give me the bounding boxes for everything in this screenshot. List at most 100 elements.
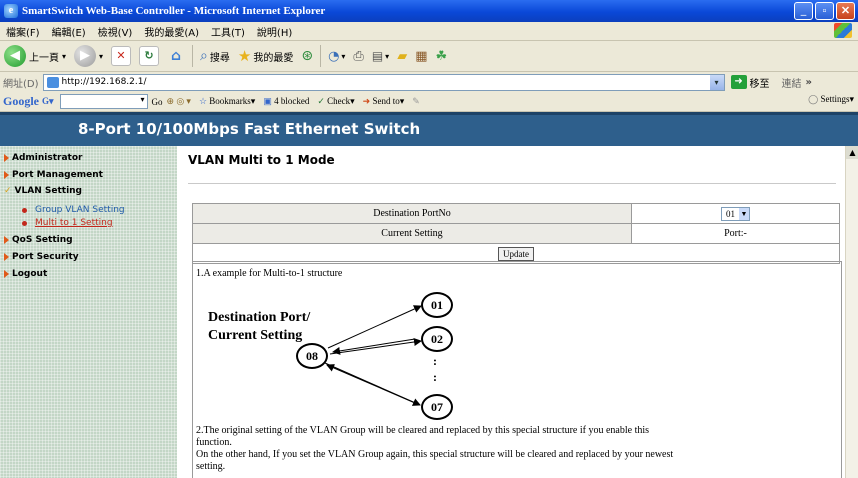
research-icon[interactable]: ▦ <box>415 49 427 64</box>
dest-port-select[interactable]: 01 ▼ <box>721 206 750 221</box>
blocked-label: 4 blocked <box>274 96 310 106</box>
go-label: 移至 <box>749 78 770 90</box>
nav-port-security[interactable]: Port Security <box>4 252 79 262</box>
favorites-button[interactable]: ★ 我的最愛 <box>238 47 293 65</box>
print-icon[interactable]: ⎙ <box>353 49 363 64</box>
links-chevron-icon[interactable]: » <box>806 77 812 88</box>
settings-button[interactable]: ◯ Settings▾ <box>808 94 854 105</box>
google-menu-icon[interactable]: G▾ <box>42 96 54 107</box>
menu-tools[interactable]: 工具(T) <box>211 24 245 39</box>
bullet-icon <box>22 207 27 213</box>
menu-bar: 檔案(F) 編輯(E) 檢視(V) 我的最愛(A) 工具(T) 說明(H) <box>0 22 858 41</box>
back-dropdown-icon[interactable]: ▾ <box>62 52 66 61</box>
forward-arrow-icon: ▶ <box>74 45 97 67</box>
page-icon <box>46 76 59 88</box>
back-arrow-icon: ◀ <box>4 45 26 67</box>
home-icon[interactable]: ⌂ <box>167 47 185 65</box>
nav-label: VLAN Setting <box>14 186 83 196</box>
diagram-label-2: Current Setting <box>208 328 303 343</box>
nav-group-vlan-setting[interactable]: Group VLAN Setting <box>22 205 125 215</box>
maximize-button[interactable]: ▫ <box>815 2 834 20</box>
menu-file[interactable]: 檔案(F) <box>6 24 40 39</box>
refresh-icon[interactable]: ↻ <box>139 46 160 66</box>
nav-multi-to-1-setting[interactable]: Multi to 1 Setting <box>22 218 113 228</box>
node-target: 07 <box>421 394 453 420</box>
windows-logo-icon <box>834 23 852 38</box>
menu-help[interactable]: 說明(H) <box>257 24 292 39</box>
google-go-button[interactable]: Go <box>152 97 163 107</box>
stop-icon[interactable]: ✕ <box>111 46 132 66</box>
update-button[interactable]: Update <box>498 246 534 261</box>
nav-arrow-icon <box>4 270 9 278</box>
messenger-icon[interactable]: ☘ <box>435 49 447 64</box>
links-label[interactable]: 連結 <box>782 75 802 90</box>
window-title: SmartSwitch Web-Base Controller - Micros… <box>22 5 326 17</box>
nav-label: QoS Setting <box>12 235 73 245</box>
spell-check-button[interactable]: ✓ Check▾ <box>317 96 354 107</box>
vertical-scrollbar[interactable]: ▲ <box>845 146 858 478</box>
settings-icon: ◯ <box>808 94 819 104</box>
popup-blocked-button[interactable]: ▣ 4 blocked <box>263 96 309 107</box>
nav-label: Administrator <box>12 153 83 163</box>
main-content: VLAN Multi to 1 Mode Destination PortNo … <box>182 146 844 478</box>
address-dropdown-icon[interactable]: ▾ <box>709 74 724 90</box>
address-input[interactable]: http://192.168.2.1/ ▾ <box>42 73 725 91</box>
nav-vlan-setting[interactable]: ✓ VLAN Setting <box>4 186 82 196</box>
close-button[interactable]: ✕ <box>836 2 855 20</box>
menu-edit[interactable]: 編輯(E) <box>52 24 86 39</box>
nav-label: Port Management <box>12 170 103 180</box>
note-line-2: function. <box>196 437 232 448</box>
nav-label: Port Security <box>12 252 79 262</box>
nav-logout[interactable]: Logout <box>4 269 47 279</box>
dest-port-label: Destination PortNo <box>192 203 632 224</box>
bookmark-star-icon: ☆ <box>198 96 208 106</box>
check-label: Check <box>327 96 351 106</box>
send-to-icon: ➜ <box>362 96 371 106</box>
node-target: 01 <box>421 292 453 318</box>
divider <box>188 183 836 184</box>
forward-dropdown-icon[interactable]: ▾ <box>99 52 103 61</box>
search-button[interactable]: ⌕ 搜尋 <box>200 48 230 64</box>
dest-port-cell: 01 ▼ <box>631 203 840 224</box>
nav-arrow-icon <box>4 154 9 162</box>
window-title-bar: e SmartSwitch Web-Base Controller - Micr… <box>0 0 858 22</box>
google-logo[interactable]: Google <box>3 94 39 109</box>
folder-icon[interactable]: ▰ <box>397 49 407 64</box>
highlight-icon[interactable]: ✎ <box>412 96 420 107</box>
minimize-button[interactable]: _ <box>794 2 813 20</box>
popup-blocker-icon: ▣ <box>263 96 272 106</box>
search-icon: ⌕ <box>200 48 208 64</box>
nav-qos-setting[interactable]: QoS Setting <box>4 235 73 245</box>
nav-arrow-icon <box>4 253 9 261</box>
google-toolbar: Google G▾ ▾ Go ⊕ ◎ ▾ ☆ Bookmarks▾ ▣ 4 bl… <box>0 92 858 112</box>
chevron-down-icon: ▼ <box>739 207 749 220</box>
menu-favorites[interactable]: 我的最愛(A) <box>144 24 199 39</box>
nav-port-management[interactable]: Port Management <box>4 170 103 180</box>
note-line-3: On the other hand, If you set the VLAN G… <box>196 449 674 460</box>
bookmarks-button[interactable]: ☆ Bookmarks▾ <box>199 96 255 107</box>
scroll-up-icon[interactable]: ▲ <box>846 146 858 159</box>
go-button[interactable]: ➜ 移至 <box>730 75 770 90</box>
example-box: 1.A example for Multi-to-1 structure Des… <box>192 261 842 478</box>
edit-icon[interactable]: ▤ <box>372 49 383 63</box>
go-arrow-icon: ➜ <box>730 75 747 89</box>
dest-port-value: 01 <box>726 208 735 219</box>
menu-view[interactable]: 檢視(V) <box>98 24 133 39</box>
table-row: Current Setting Port:- <box>192 223 840 244</box>
current-setting-value: Port:- <box>631 223 840 244</box>
media-icon[interactable]: ⊛ <box>301 48 313 64</box>
nav-administrator[interactable]: Administrator <box>4 153 82 163</box>
send-to-button[interactable]: ➜ Send to▾ <box>363 96 405 107</box>
send-to-label: Send to <box>372 96 400 106</box>
table-row: Destination PortNo 01 ▼ <box>192 203 840 224</box>
note-line-1: 2.The original setting of the VLAN Group… <box>196 425 650 436</box>
browser-toolbar: ◀ 上一頁 ▾ ▶ ▾ ✕ ↻ ⌂ ⌕ 搜尋 ★ 我的最愛 ⊛ ◔ ▾ ⎙ ▤ ▾ … <box>0 41 858 72</box>
diagram-arrows <box>324 305 422 406</box>
history-icon[interactable]: ◔ <box>328 49 339 64</box>
back-button[interactable]: ◀ 上一頁 ▾ <box>4 45 66 67</box>
star-icon: ★ <box>237 47 252 65</box>
google-extras-icon[interactable]: ⊕ ◎ ▾ <box>167 96 191 107</box>
forward-button[interactable]: ▶ ▾ <box>74 45 103 67</box>
google-search-input[interactable]: ▾ <box>59 94 148 109</box>
nav-label: Logout <box>12 269 48 279</box>
